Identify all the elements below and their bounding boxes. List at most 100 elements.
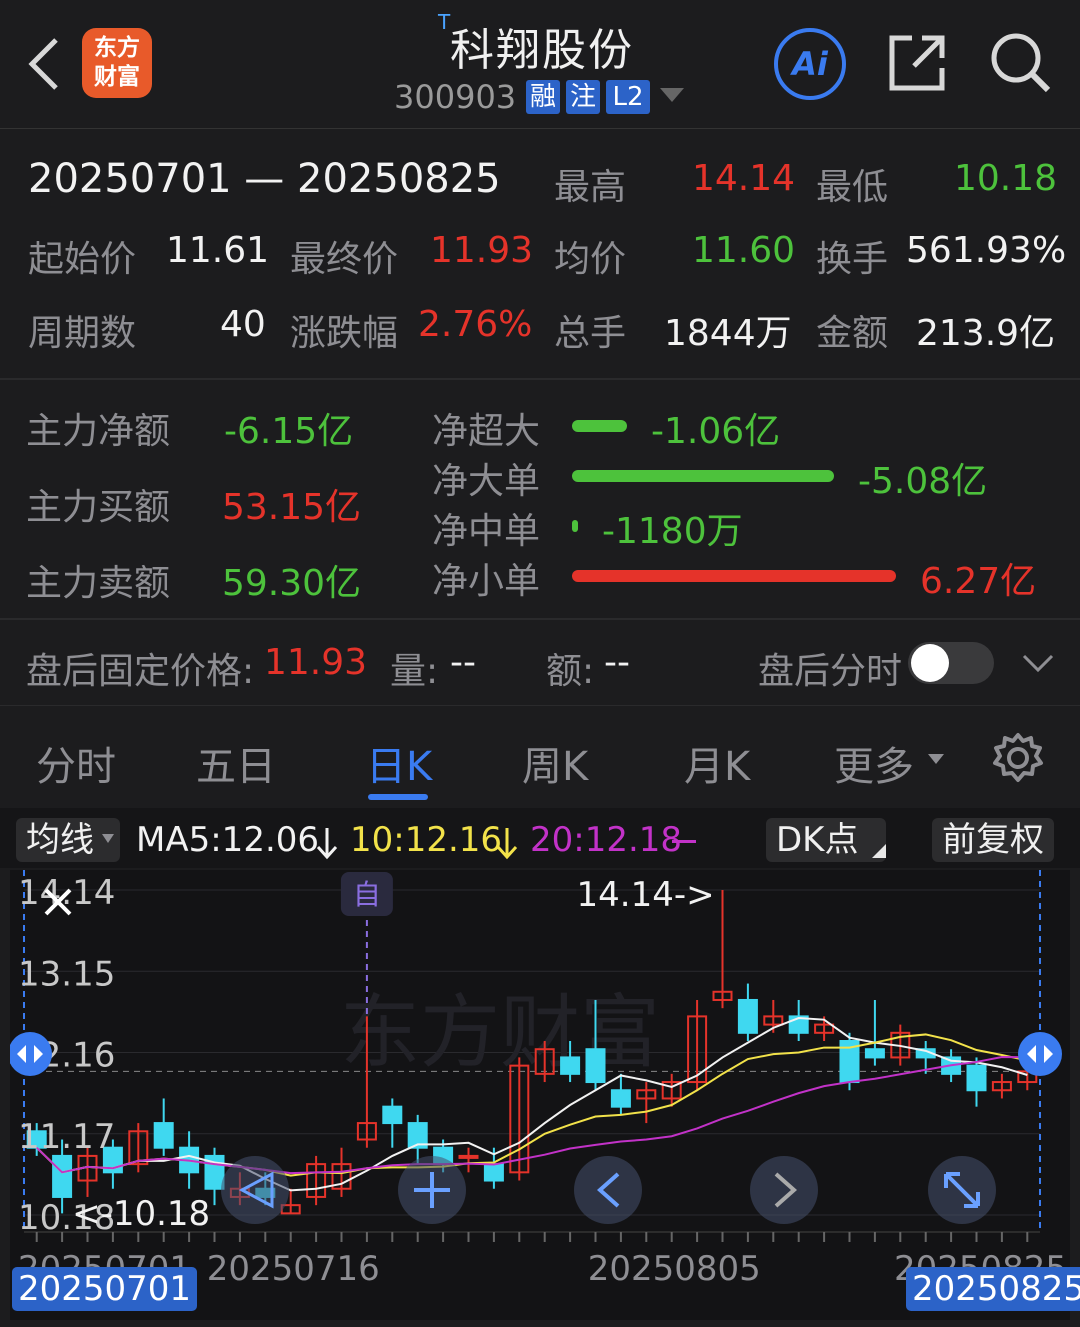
candle-body <box>864 1048 885 1059</box>
flow-row-label: 净超大 <box>432 411 541 452</box>
dropdown-triangle-icon[interactable] <box>660 88 684 104</box>
stock-name: 科翔股份 <box>450 25 634 76</box>
flow-row-bar <box>572 570 896 582</box>
divider <box>0 378 1080 380</box>
change-label: 涨跌幅 <box>290 313 399 354</box>
max-annotation: 14.14-> <box>577 875 715 915</box>
tab-daily-k[interactable]: 日K <box>366 734 432 792</box>
after-hours-toggle[interactable] <box>908 642 994 684</box>
after-hours-price-value: 11.93 <box>264 642 368 683</box>
amount-label: 金额 <box>816 313 889 354</box>
top-nav-bar: 东方 财富 T 科翔股份 300903 融 注 L2 Ai <box>0 0 1080 129</box>
k-line-chart[interactable]: 东方财富自 14.14 13.15 12.16 11.17 10.18 14.14-> <-1… <box>8 870 1070 1320</box>
low-value: 10.18 <box>954 158 1058 199</box>
app-logo: 东方 财富 <box>82 28 152 98</box>
flow-row-value: 6.27亿 <box>920 561 1037 602</box>
periods-value: 40 <box>220 304 266 345</box>
open-value: 11.61 <box>166 230 270 271</box>
watermark: 东方财富 <box>340 986 660 1079</box>
x-tick-label: 20250805 <box>588 1249 761 1289</box>
flow-row-bar <box>572 520 578 532</box>
active-tab-indicator <box>368 794 428 800</box>
date-range: 20250701 — 20250825 <box>28 156 501 202</box>
chevron-down-icon[interactable] <box>1022 652 1054 674</box>
flow-row-value: -1180万 <box>602 511 743 552</box>
range-start-date-badge[interactable]: 20250701 <box>12 1267 198 1311</box>
turnover-label: 换手 <box>816 239 889 280</box>
change-value: 2.76% <box>418 304 533 345</box>
tag-watch[interactable]: 注 <box>566 80 600 114</box>
dk-point-label: DK点 <box>776 820 859 860</box>
after-hours-price-label: 盘后固定价格: <box>26 651 255 692</box>
candle-body <box>52 1154 73 1198</box>
after-hours-timeshare-label: 盘后分时 <box>758 651 903 692</box>
main-sell-value: 59.30亿 <box>222 563 362 604</box>
dropdown-triangle-icon <box>928 754 944 764</box>
adjust-price-button[interactable]: 前复权 <box>932 818 1054 862</box>
range-end-handle[interactable] <box>1018 1032 1062 1076</box>
range-end-date-badge[interactable]: 20250825 <box>906 1267 1080 1311</box>
search-icon[interactable] <box>988 30 1054 96</box>
y-tick-label: 13.15 <box>18 954 115 994</box>
candle-body <box>382 1105 403 1125</box>
flow-row-label: 净小单 <box>432 561 541 602</box>
close-label: 最终价 <box>290 239 399 280</box>
main-sell-label: 主力卖额 <box>26 563 171 604</box>
tag-margin[interactable]: 融 <box>526 80 560 114</box>
stock-code: 300903 <box>394 78 517 116</box>
after-hours-amount-label: 额: <box>546 651 595 692</box>
gear-icon[interactable] <box>992 732 1044 784</box>
flow-row-bar <box>572 470 834 482</box>
avg-value: 11.60 <box>692 230 796 271</box>
divider <box>0 618 1080 620</box>
t-mark: T <box>438 10 451 34</box>
self-marker-text: 自 <box>353 878 381 911</box>
flow-row-value: -1.06亿 <box>651 411 781 452</box>
scroll-start-button[interactable] <box>221 1156 289 1224</box>
flow-row-value: -5.08亿 <box>858 461 988 502</box>
tab-weekly-k[interactable]: 周K <box>522 734 588 792</box>
candle-body <box>966 1064 987 1092</box>
tag-l2[interactable]: L2 <box>606 80 650 114</box>
candle-body <box>560 1056 581 1075</box>
share-icon[interactable] <box>886 32 948 94</box>
x-tick-label: 20250716 <box>207 1249 380 1289</box>
amount-value: 213.9亿 <box>916 313 1056 354</box>
candle-body <box>458 1154 479 1159</box>
range-summary-panel: 20250701 — 20250825 最高 14.14 最低 10.18 起始… <box>0 130 1080 380</box>
after-hours-amount-value: -- <box>604 642 630 683</box>
period-tabs: 分时 五日 日K 周K 月K 更多 <box>0 705 1080 806</box>
tab-more[interactable]: 更多 <box>834 734 914 792</box>
k-line-svg: 东方财富自14.1413.1512.1611.1710.1814.14-><-1… <box>8 870 1067 1289</box>
close-value: 11.93 <box>430 230 534 271</box>
flow-row-label: 净中单 <box>432 511 541 552</box>
flow-row-label: 净大单 <box>432 461 541 502</box>
after-hours-volume-label: 量: <box>390 651 439 692</box>
high-value: 14.14 <box>692 158 796 199</box>
dropdown-triangle-icon <box>102 834 114 843</box>
ma20-value: 20:12.18 <box>530 820 683 860</box>
candle-body <box>585 1048 606 1084</box>
high-label: 最高 <box>554 167 627 208</box>
scroll-left-button[interactable] <box>574 1156 642 1224</box>
dk-point-button[interactable]: DK点 <box>766 818 887 862</box>
arrow-down-icon <box>316 828 338 860</box>
turnover-value: 561.93% <box>906 230 1067 271</box>
tab-intraday[interactable]: 分时 <box>36 734 116 792</box>
chevron-left-icon[interactable] <box>24 36 64 92</box>
volume-label: 总手 <box>554 313 627 354</box>
tab-monthly-k[interactable]: 月K <box>684 734 750 792</box>
main-net-value: -6.15亿 <box>224 411 354 452</box>
open-label: 起始价 <box>28 239 137 280</box>
low-label: 最低 <box>816 167 889 208</box>
tab-five-day[interactable]: 五日 <box>196 734 276 792</box>
scroll-right-button[interactable] <box>750 1156 818 1224</box>
candle-body <box>153 1122 174 1149</box>
toggle-knob <box>911 644 949 682</box>
arrow-down-icon <box>496 828 518 860</box>
corner-triangle-icon <box>872 844 886 858</box>
flat-trend-mark <box>672 840 696 843</box>
range-start-handle[interactable] <box>8 1032 52 1076</box>
main-buy-label: 主力买额 <box>26 487 171 528</box>
ai-button[interactable]: Ai <box>774 28 846 100</box>
